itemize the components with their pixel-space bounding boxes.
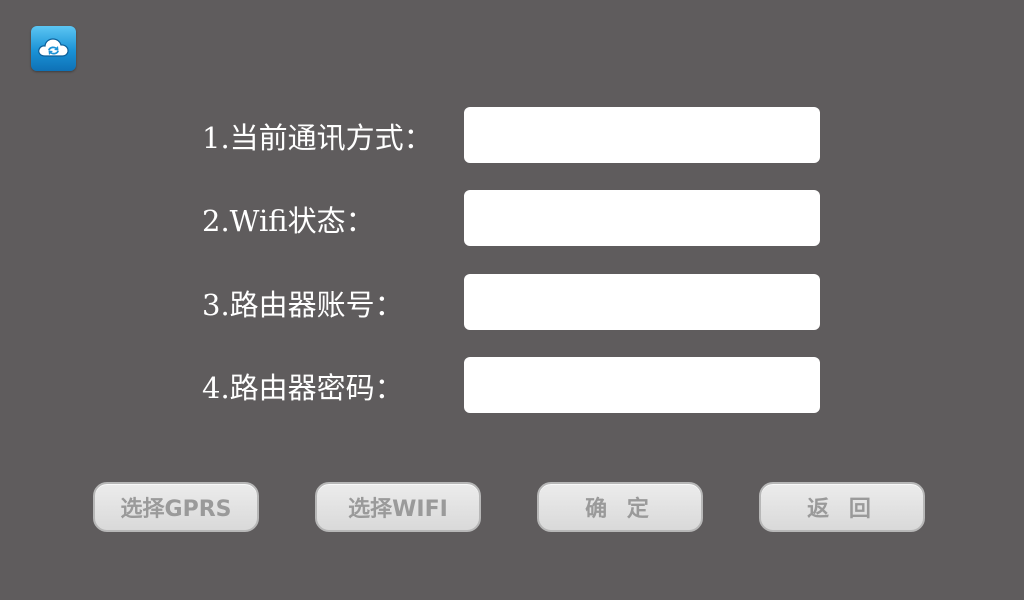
router-password-field[interactable] bbox=[464, 357, 820, 413]
select-wifi-button[interactable]: 选择WIFI bbox=[315, 482, 481, 532]
cloud-sync-icon[interactable] bbox=[31, 26, 76, 71]
form-row-router-account: 3.路由器账号： bbox=[202, 274, 822, 332]
wifi-status-field[interactable] bbox=[464, 190, 820, 246]
router-account-label: 3.路由器账号： bbox=[202, 288, 404, 322]
select-gprs-button[interactable]: 选择GPRS bbox=[93, 482, 259, 532]
wifi-status-label: 2.Wifi状态： bbox=[202, 204, 375, 238]
form-row-comm-mode: 1.当前通讯方式： bbox=[202, 107, 822, 165]
router-password-label: 4.路由器密码： bbox=[202, 371, 404, 405]
form-row-router-password: 4.路由器密码： bbox=[202, 357, 822, 415]
comm-mode-label: 1.当前通讯方式： bbox=[202, 121, 433, 155]
form-row-wifi-status: 2.Wifi状态： bbox=[202, 190, 822, 248]
comm-mode-field[interactable] bbox=[464, 107, 820, 163]
confirm-button[interactable]: 确 定 bbox=[537, 482, 703, 532]
router-account-field[interactable] bbox=[464, 274, 820, 330]
back-button[interactable]: 返 回 bbox=[759, 482, 925, 532]
cloud-icon-glyph bbox=[38, 38, 69, 57]
